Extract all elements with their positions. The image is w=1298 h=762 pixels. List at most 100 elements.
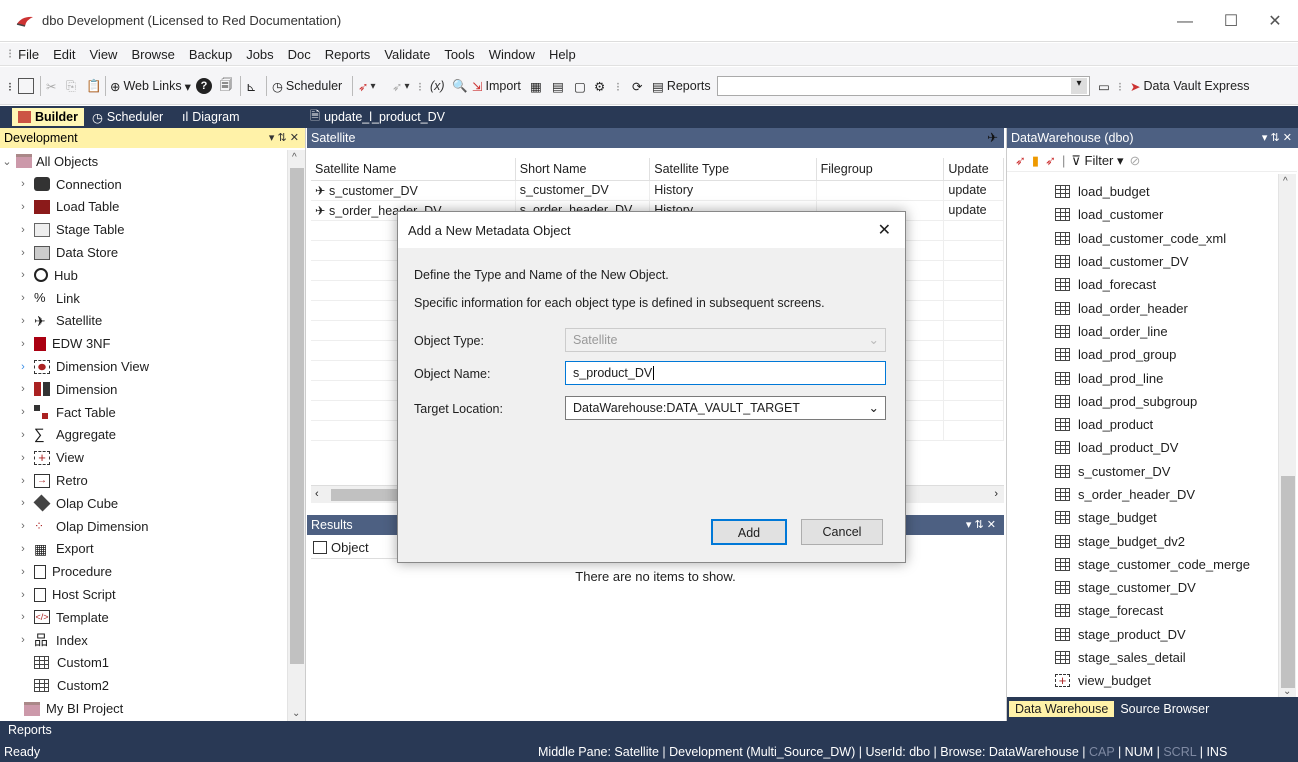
chart-icon[interactable]: ⊾ [246,76,256,96]
object-icon[interactable]: ➶ [1015,153,1026,169]
tree-item-export[interactable]: › ▦ Export [0,538,286,561]
data-vault-express-button[interactable]: ➤ Data Vault Express [1130,76,1250,96]
reports-combo[interactable]: ▾ [717,76,1090,96]
left-scrollbar[interactable]: ^ ⌄ [287,150,305,721]
right-scrollbar[interactable]: ^ ⌄ [1278,174,1296,697]
list-item[interactable]: load_forecast [1007,273,1277,296]
list-item[interactable]: + view_budget [1007,669,1277,692]
list-item[interactable]: s_customer_DV [1007,460,1277,483]
tree-item-edw-3nf[interactable]: › EDW 3NF [0,332,286,355]
tree-item-data-store[interactable]: › Data Store [0,241,286,264]
menu-help[interactable]: Help [549,47,576,62]
list-item[interactable]: stage_sales_detail [1007,646,1277,669]
refresh-icon[interactable]: ⟳ [632,76,642,96]
new-icon[interactable] [18,76,37,96]
list-item[interactable]: load_prod_subgroup [1007,390,1277,413]
menu-browse[interactable]: Browse [131,47,174,62]
tree-item-olap-dimension[interactable]: › ⁘ Olap Dimension [0,515,286,538]
col-short-name[interactable]: Short Name [515,158,651,181]
dialog-close-icon[interactable]: ✕ [878,220,891,240]
clipboard-icon[interactable]: 🗐 [220,76,233,96]
scheduler-button[interactable]: ◷ Scheduler [272,76,342,96]
weblinks-button[interactable]: ⊕ Web Links ▾ [110,76,191,96]
tree-item-stage-table[interactable]: › Stage Table [0,218,286,241]
list-item[interactable]: s_order_header_DV [1007,483,1277,506]
tab-data-warehouse[interactable]: Data Warehouse [1009,701,1115,717]
tree-item-host-script[interactable]: › Host Script [0,583,286,606]
col-filegroup[interactable]: Filegroup [816,158,945,181]
menu-reports[interactable]: Reports [325,47,371,62]
pane-controls[interactable]: ▾ ⇅ ✕ [269,128,299,148]
tree-item-retro[interactable]: › → Retro [0,469,286,492]
tree-item-custom1[interactable]: Custom1 [0,652,286,675]
tree-item-connection[interactable]: › Connection [0,173,286,196]
close-window-button[interactable]: ✕ [1252,8,1298,36]
grid-icon[interactable]: ▦ [530,76,542,96]
paste-icon[interactable]: 📋 [86,76,102,96]
target-location-select[interactable]: DataWarehouse:DATA_VAULT_TARGET ⌄ [565,396,886,420]
scroll-thumb[interactable] [1281,476,1295,688]
list-item[interactable]: load_order_line [1007,320,1277,343]
tab-diagram[interactable]: ıl Diagram [176,108,246,126]
cut-icon[interactable]: ✂ [46,76,56,96]
list-item[interactable]: load_customer_DV [1007,250,1277,273]
menu-validate[interactable]: Validate [384,47,430,62]
object-icon-2[interactable]: ➶ [1045,153,1056,169]
menu-file[interactable]: File [18,47,39,62]
tree-item-fact-table[interactable]: › Fact Table [0,401,286,424]
gear-icon[interactable]: ⚙ [594,76,605,96]
tab-update-product[interactable]: 🗎 update_l_product_DV [304,108,451,126]
tree-item-custom2[interactable]: Custom2 [0,674,286,697]
pane-controls[interactable]: ▾ ⇅ ✕ [966,515,996,535]
menu-doc[interactable]: Doc [288,47,311,62]
reports-button[interactable]: ▤ Reports [652,76,711,96]
minimize-button[interactable]: — [1162,8,1208,36]
tree-item-link[interactable]: ›% Link [0,287,286,310]
object-name-input[interactable]: s_product_DV [565,361,886,385]
scroll-thumb[interactable] [290,168,304,664]
list-item[interactable]: stage_forecast [1007,599,1277,622]
menu-backup[interactable]: Backup [189,47,232,62]
table-icon[interactable]: ▤ [552,76,564,96]
results-col-object[interactable]: Object [311,537,401,559]
tree-item-olap-cube[interactable]: › Olap Cube [0,492,286,515]
copy-icon[interactable]: ⎘ [66,76,76,96]
variable-icon[interactable]: (x) [430,76,445,96]
col-satellite-name[interactable]: Satellite Name [311,158,516,181]
help-icon[interactable]: ? [196,76,212,96]
tree-item-dimension-view[interactable]: › Dimension View [0,355,286,378]
filter-button[interactable]: ⊽ Filter ▾ [1071,153,1123,169]
tab-source-browser[interactable]: Source Browser [1114,701,1215,717]
tree-item-dimension[interactable]: › Dimension [0,378,286,401]
list-item[interactable]: load_prod_line [1007,366,1277,389]
tree-item-load-table[interactable]: › Load Table [0,196,286,219]
tree-item-all-objects[interactable]: ⌄ All Objects [0,150,286,173]
menu-view[interactable]: View [90,47,118,62]
tree-item-aggregate[interactable]: › ∑ Aggregate [0,424,286,447]
clear-filter-icon[interactable]: ⊘ [1130,153,1141,169]
menu-edit[interactable]: Edit [53,47,75,62]
tree-item-hub[interactable]: › Hub [0,264,286,287]
tree-item-procedure[interactable]: › Procedure [0,560,286,583]
add-button[interactable]: Add [711,519,787,545]
tab-builder[interactable]: Builder [12,108,84,126]
list-item[interactable]: stage_budget_dv2 [1007,529,1277,552]
tab-scheduler[interactable]: ◷ Scheduler [86,108,169,126]
list-item[interactable]: load_product_DV [1007,436,1277,459]
col-satellite-type[interactable]: Satellite Type [649,158,817,181]
list-item[interactable]: load_customer_code_xml [1007,227,1277,250]
menu-window[interactable]: Window [489,47,535,62]
list-item[interactable]: stage_product_DV [1007,623,1277,646]
tab-reports[interactable]: Reports [8,723,52,737]
maximize-button[interactable]: ☐ [1208,8,1254,36]
list-item[interactable]: load_budget [1007,180,1277,203]
window-icon[interactable]: ▢ [574,76,586,96]
table-row[interactable]: ✈ s_customer_DV s_customer_DV History up… [311,180,1004,201]
list-item[interactable]: stage_customer_DV [1007,576,1277,599]
tree-item-template[interactable]: › </> Template [0,606,286,629]
search-icon[interactable]: 🔍 [452,76,468,96]
pane-controls[interactable]: ▾ ⇅ ✕ [1262,128,1292,148]
list-item[interactable]: stage_customer_code_merge [1007,553,1277,576]
object-type-select[interactable]: Satellite ⌄ [565,328,886,352]
tree-item-view[interactable]: › + View [0,446,286,469]
